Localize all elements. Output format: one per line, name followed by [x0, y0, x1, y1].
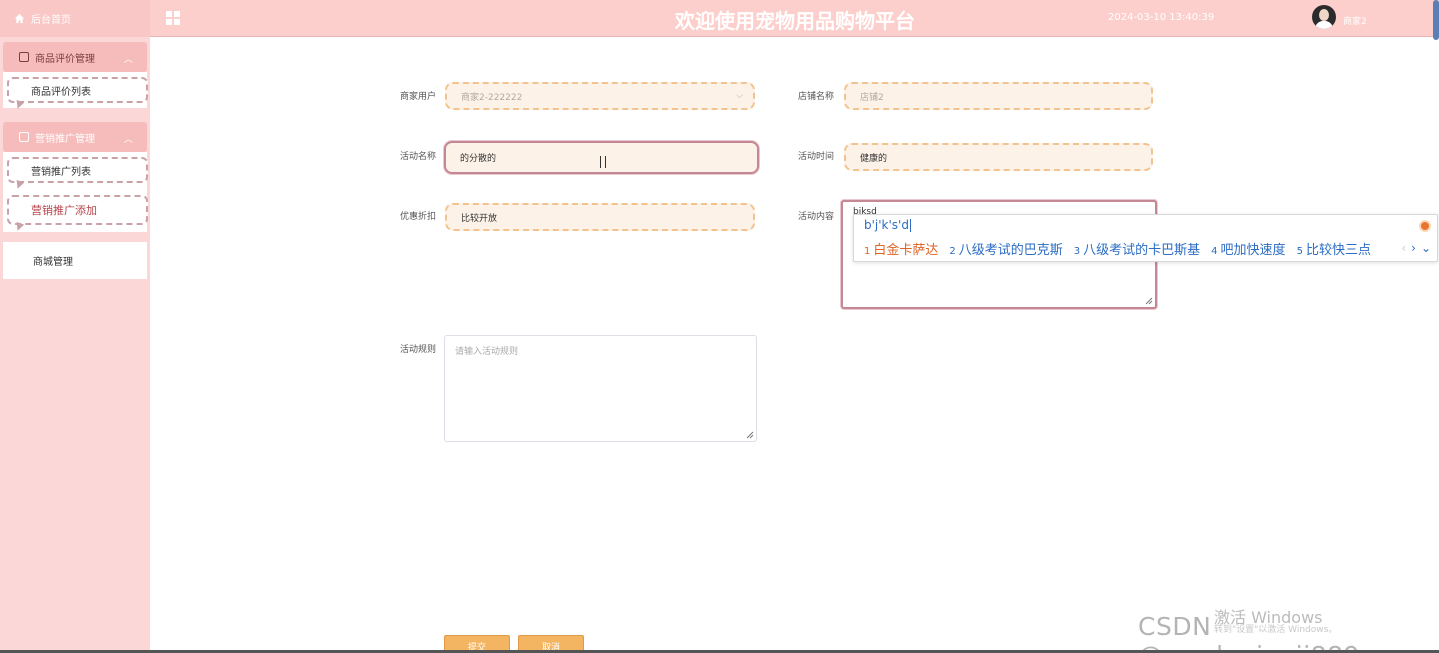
avatar[interactable] [1312, 5, 1336, 29]
ime-logo-icon[interactable] [1419, 220, 1431, 232]
sidebar-item-label: 营销推广添加 [31, 204, 97, 217]
sidebar-group-marketing-label: 营销推广管理 [35, 133, 95, 145]
page-title: 欢迎使用宠物用品购物平台 [675, 9, 915, 33]
activity-rules-label: 活动规则 [399, 345, 436, 355]
ime-candidate[interactable]: 3 八级考试的卡巴斯基 [1074, 239, 1200, 258]
menu-grid-icon[interactable] [166, 11, 180, 25]
discount-label: 优惠折扣 [399, 212, 436, 222]
activity-time-label: 活动时间 [797, 152, 834, 162]
ime-candidate[interactable]: 5 比较快三点 [1297, 239, 1371, 258]
chevron-down-icon: ⌵ [736, 91, 743, 101]
text-cursor-icon [600, 156, 606, 168]
sidebar-submenu-review: 商品评价列表 [3, 72, 148, 111]
chevron-up-icon: ︿ [123, 55, 133, 65]
activity-time-input[interactable]: 健康的 [844, 143, 1153, 171]
sidebar-item-mall[interactable]: 商城管理 [3, 242, 147, 279]
sidebar-group-review-label: 商品评价管理 [35, 53, 95, 65]
document-icon [19, 132, 29, 142]
ime-candidate-window: b'j'k's'd 1 白金卡萨达 2 八级考试的巴克斯 3 八级考试的卡巴斯基 4吧… [853, 214, 1438, 262]
store-name-value: 店铺2 [860, 92, 884, 103]
chevron-right-icon[interactable]: › [1411, 241, 1416, 255]
sidebar-submenu-marketing: 营销推广列表 营销推广添加 [3, 152, 148, 233]
ime-candidate[interactable]: 1 白金卡萨达 [864, 239, 938, 258]
activity-time-value: 健康的 [860, 153, 888, 164]
sidebar-item-label: 商城管理 [33, 257, 73, 268]
ime-composition: b'j'k's'd [864, 218, 911, 232]
scrollbar-thumb[interactable] [1433, 0, 1439, 40]
discount-input[interactable]: 比较开放 [445, 203, 755, 231]
resize-handle-icon[interactable] [1145, 297, 1153, 305]
activity-name-value: 的分散的 [460, 154, 497, 164]
datetime: 2024-03-10 13:40:39 [1108, 12, 1215, 23]
sidebar-group-review[interactable]: 商品评价管理 ︿ [3, 42, 147, 72]
ime-candidate[interactable]: 4 吧加快速度 [1211, 239, 1285, 258]
sidebar-item-label: 营销推广列表 [31, 166, 91, 178]
store-name-label: 店铺名称 [797, 92, 834, 102]
sidebar-item-label: 商品评价列表 [31, 86, 91, 98]
resize-handle-icon[interactable] [746, 431, 754, 439]
bubble-tail [13, 221, 25, 233]
merchant-user-value: 商家2-222222 [461, 92, 523, 103]
sidebar: 后台首页 商品评价管理 ︿ 商品评价列表 营销推广管理 ︿ 营销推广列表 营销推… [0, 0, 150, 653]
chevron-up-icon: ︿ [123, 135, 133, 145]
sidebar-item-marketing-list[interactable]: 营销推广列表 [7, 157, 148, 191]
bubble-tail [13, 179, 25, 191]
activity-rules-textarea[interactable]: 请输入活动规则 [444, 335, 757, 442]
merchant-user-select[interactable]: 商家2-222222 ⌵ [445, 82, 755, 110]
discount-value: 比较开放 [461, 213, 498, 224]
sidebar-home-link[interactable]: 后台首页 [0, 0, 150, 37]
activity-rules-placeholder: 请输入活动规则 [455, 347, 519, 357]
activity-content-label: 活动内容 [797, 212, 834, 222]
activity-name-label: 活动名称 [399, 152, 436, 162]
ime-candidate[interactable]: 2 八级考试的巴克斯 [949, 239, 1062, 258]
merchant-user-label: 商家用户 [399, 92, 436, 102]
sidebar-group-marketing[interactable]: 营销推广管理 ︿ [3, 122, 147, 152]
bubble-tail [13, 99, 25, 111]
home-icon [14, 13, 25, 24]
ime-candidate-list: 1 白金卡萨达 2 八级考试的巴克斯 3 八级考试的卡巴斯基 4 吧加快速度 5 比较快三… [864, 239, 1371, 258]
username[interactable]: 商家2 [1343, 14, 1367, 27]
sidebar-home-label: 后台首页 [31, 15, 71, 26]
csdn-watermark: CSDN @vx_dnpianji889 [1138, 612, 1359, 653]
document-icon [19, 52, 29, 62]
chevron-left-icon[interactable]: ‹ [1401, 241, 1406, 255]
store-name-field[interactable]: 店铺2 [844, 82, 1153, 110]
sidebar-item-review-list[interactable]: 商品评价列表 [7, 77, 148, 111]
chevron-down-icon[interactable]: ⌄ [1421, 241, 1431, 255]
sidebar-item-marketing-add[interactable]: 营销推广添加 [7, 195, 148, 233]
top-header: 欢迎使用宠物用品购物平台 2024-03-10 13:40:39 商家2 [150, 0, 1439, 40]
ime-nav: ‹ › ⌄ [1401, 241, 1431, 255]
